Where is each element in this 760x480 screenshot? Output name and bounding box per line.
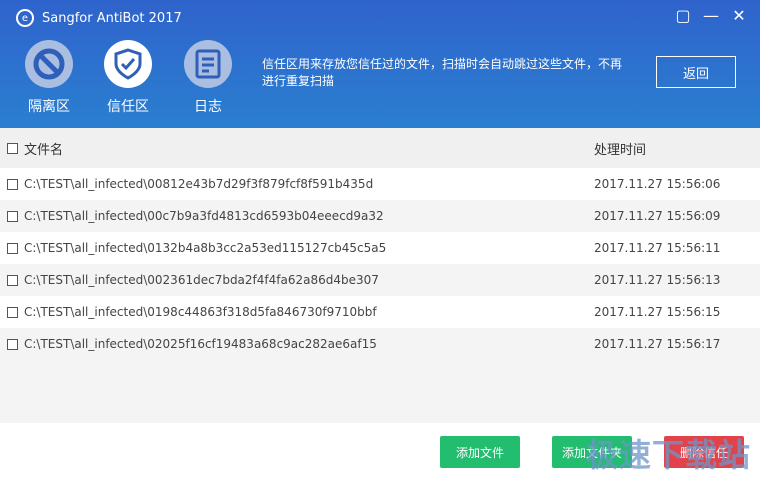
process-time: 2017.11.27 15:56:13 bbox=[594, 273, 721, 287]
file-path: C:\TEST\all_infected\02025f16cf19483a68c… bbox=[24, 337, 377, 351]
nav-label: 信任区 bbox=[107, 99, 149, 115]
restore-icon[interactable]: ▢ bbox=[674, 6, 692, 25]
row-checkbox[interactable] bbox=[7, 338, 18, 350]
nav-quarantine[interactable]: 隔离区 bbox=[19, 40, 79, 116]
row-checkbox[interactable] bbox=[7, 274, 18, 286]
table-row[interactable]: C:\TEST\all_infected\0132b4a8b3cc2a53ed1… bbox=[0, 232, 760, 264]
table-row[interactable]: C:\TEST\all_infected\002361dec7bda2f4f4f… bbox=[0, 264, 760, 296]
add-file-button[interactable]: 添加文件 bbox=[440, 436, 520, 468]
process-time: 2017.11.27 15:56:15 bbox=[594, 305, 721, 319]
app-logo-icon: e bbox=[16, 9, 34, 27]
block-icon bbox=[25, 40, 73, 88]
file-path: C:\TEST\all_infected\00812e43b7d29f3f879… bbox=[24, 177, 374, 191]
minimize-icon[interactable]: — bbox=[702, 6, 720, 25]
file-path: C:\TEST\all_infected\0132b4a8b3cc2a53ed1… bbox=[24, 241, 387, 255]
table-row[interactable]: C:\TEST\all_infected\00c7b9a3fd4813cd659… bbox=[0, 200, 760, 232]
nav-label: 隔离区 bbox=[28, 99, 70, 115]
nav-log[interactable]: 日志 bbox=[178, 40, 238, 116]
process-time: 2017.11.27 15:56:06 bbox=[594, 177, 721, 191]
title-bar: e Sangfor AntiBot 2017 bbox=[16, 9, 182, 27]
file-path: C:\TEST\all_infected\00c7b9a3fd4813cd659… bbox=[24, 209, 384, 223]
row-checkbox[interactable] bbox=[7, 210, 18, 222]
nav-label: 日志 bbox=[194, 99, 222, 115]
remove-trust-button[interactable]: 删除信任 bbox=[664, 436, 744, 468]
row-checkbox[interactable] bbox=[7, 178, 18, 190]
select-all-checkbox[interactable] bbox=[7, 142, 18, 154]
file-path: C:\TEST\all_infected\002361dec7bda2f4f4f… bbox=[24, 273, 379, 287]
description: 信任区用来存放您信任过的文件，扫描时会自动跳过这些文件，不再进行重复扫描 bbox=[262, 57, 623, 88]
nav-trusted[interactable]: 信任区 bbox=[98, 40, 158, 116]
back-button[interactable]: 返回 bbox=[656, 56, 736, 88]
shield-check-icon bbox=[104, 40, 152, 88]
header-filename: 文件名 bbox=[24, 142, 64, 158]
table-row[interactable]: C:\TEST\all_infected\0198c44863f318d5fa8… bbox=[0, 296, 760, 328]
header-time: 处理时间 bbox=[594, 142, 647, 158]
close-icon[interactable]: ✕ bbox=[730, 6, 748, 25]
footer: 添加文件 添加文件夹 删除信任 bbox=[0, 423, 760, 480]
app-title: Sangfor AntiBot 2017 bbox=[42, 10, 182, 26]
file-list: C:\TEST\all_infected\00812e43b7d29f3f879… bbox=[0, 168, 760, 360]
process-time: 2017.11.27 15:56:17 bbox=[594, 337, 721, 351]
file-path: C:\TEST\all_infected\0198c44863f318d5fa8… bbox=[24, 305, 377, 319]
row-checkbox[interactable] bbox=[7, 306, 18, 318]
log-icon bbox=[184, 40, 232, 88]
header: e Sangfor AntiBot 2017 ▢ — ✕ 隔离区 信任区 日志 … bbox=[0, 0, 760, 128]
add-folder-button[interactable]: 添加文件夹 bbox=[552, 436, 632, 468]
table-row[interactable]: C:\TEST\all_infected\02025f16cf19483a68c… bbox=[0, 328, 760, 360]
row-checkbox[interactable] bbox=[7, 242, 18, 254]
process-time: 2017.11.27 15:56:09 bbox=[594, 209, 721, 223]
process-time: 2017.11.27 15:56:11 bbox=[594, 241, 721, 255]
table-row[interactable]: C:\TEST\all_infected\00812e43b7d29f3f879… bbox=[0, 168, 760, 200]
table-header: 文件名 处理时间 bbox=[0, 128, 760, 168]
